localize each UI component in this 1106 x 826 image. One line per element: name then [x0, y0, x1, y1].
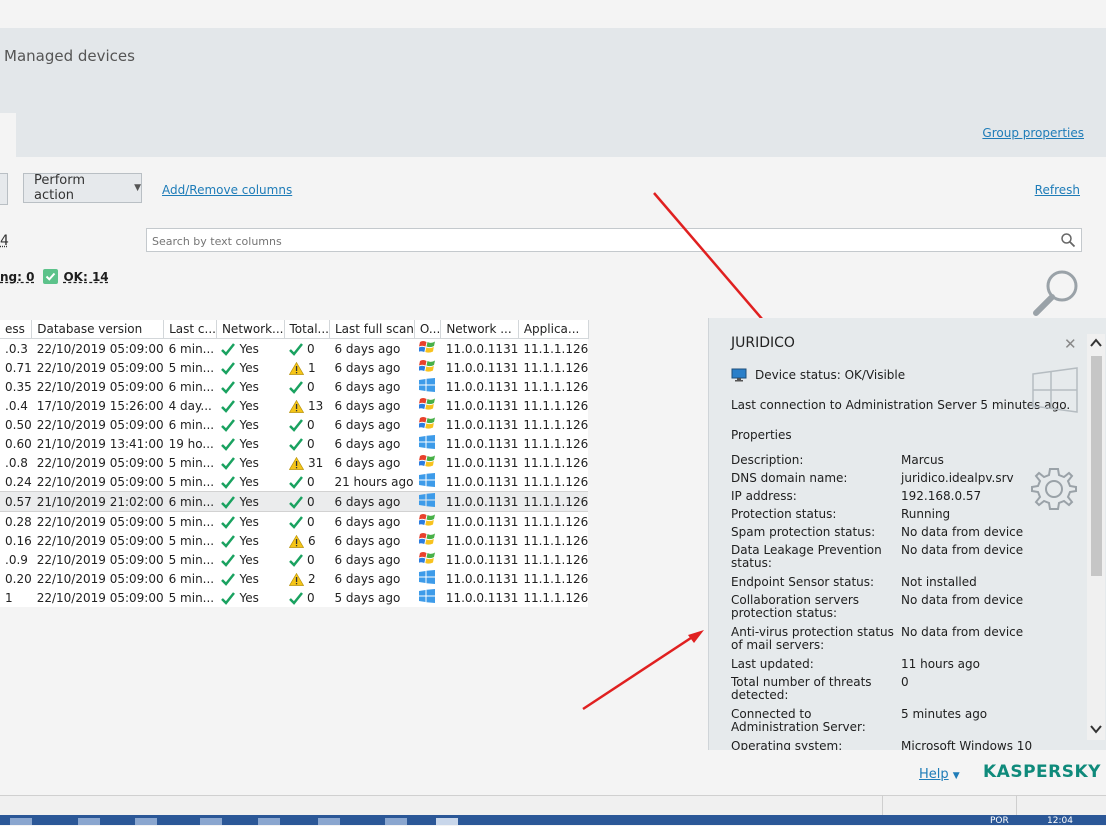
property-value: 0: [901, 675, 909, 689]
property-label: Anti-virus protection status of mail ser…: [731, 625, 894, 652]
arrow-to-properties: [582, 632, 698, 711]
property-label: Endpoint Sensor status:: [731, 575, 875, 589]
taskbar-app-icon[interactable]: [78, 818, 100, 825]
property-label: Operating system:: [731, 739, 843, 751]
kaspersky-logo: KASPERSKY: [983, 762, 1101, 782]
device-status: Device status: OK/Visible: [731, 368, 905, 382]
property-label: DNS domain name:: [731, 471, 848, 485]
monitor-icon: [731, 368, 747, 382]
property-value: No data from device: [901, 593, 1024, 607]
property-label: IP address:: [731, 489, 797, 503]
property-label: Spam protection status:: [731, 525, 876, 539]
close-icon[interactable]: ✕: [1064, 335, 1077, 353]
scroll-up-icon[interactable]: [1087, 334, 1105, 355]
taskbar: [0, 815, 1106, 825]
panel-title: JURIDICO: [731, 335, 795, 351]
device-details-panel: JURIDICO ✕ Device status: OK/Visible Las…: [708, 318, 1106, 750]
property-label: Description:: [731, 453, 804, 467]
status-bar-divider: [1016, 795, 1017, 815]
gear-icon[interactable]: [1031, 466, 1077, 515]
taskbar-app-icon[interactable]: [10, 818, 32, 825]
property-label: Protection status:: [731, 507, 837, 521]
property-value: 5 minutes ago: [901, 707, 988, 721]
property-value: No data from device: [901, 543, 1024, 557]
property-value: 11 hours ago: [901, 657, 980, 671]
property-label: Last updated:: [731, 657, 814, 671]
taskbar-app-icon[interactable]: [258, 818, 280, 825]
help-link[interactable]: Help ▼: [919, 767, 960, 782]
property-value: No data from device: [901, 525, 1024, 539]
scrollbar-thumb[interactable]: [1091, 356, 1102, 576]
taskbar-app-icon[interactable]: [200, 818, 222, 825]
chevron-down-icon: ▼: [952, 771, 960, 781]
taskbar-app-icon[interactable]: [135, 818, 157, 825]
taskbar-app-icon[interactable]: [385, 818, 407, 825]
status-bar-divider: [882, 795, 883, 815]
windows-logo-icon: [1031, 366, 1079, 417]
scroll-down-icon[interactable]: [1087, 720, 1105, 741]
property-value: Not installed: [901, 575, 977, 589]
property-label: Connected to Administration Server:: [731, 707, 866, 734]
property-label: Collaboration servers protection status:: [731, 593, 860, 620]
status-bar: [0, 795, 1106, 816]
property-label: Data Leakage Prevention status:: [731, 543, 882, 570]
last-connection-text: Last connection to Administration Server…: [731, 398, 1071, 412]
taskbar-app-icon-kaspersky[interactable]: [436, 818, 458, 825]
taskbar-app-icon[interactable]: [318, 818, 340, 825]
help-label[interactable]: Help: [919, 767, 949, 782]
properties-heading: Properties: [731, 428, 792, 442]
property-label: Total number of threats detected:: [731, 675, 872, 702]
property-value: Microsoft Windows 10: [901, 739, 1033, 751]
device-status-text: Device status: OK/Visible: [755, 368, 906, 382]
property-value: No data from device: [901, 625, 1024, 639]
